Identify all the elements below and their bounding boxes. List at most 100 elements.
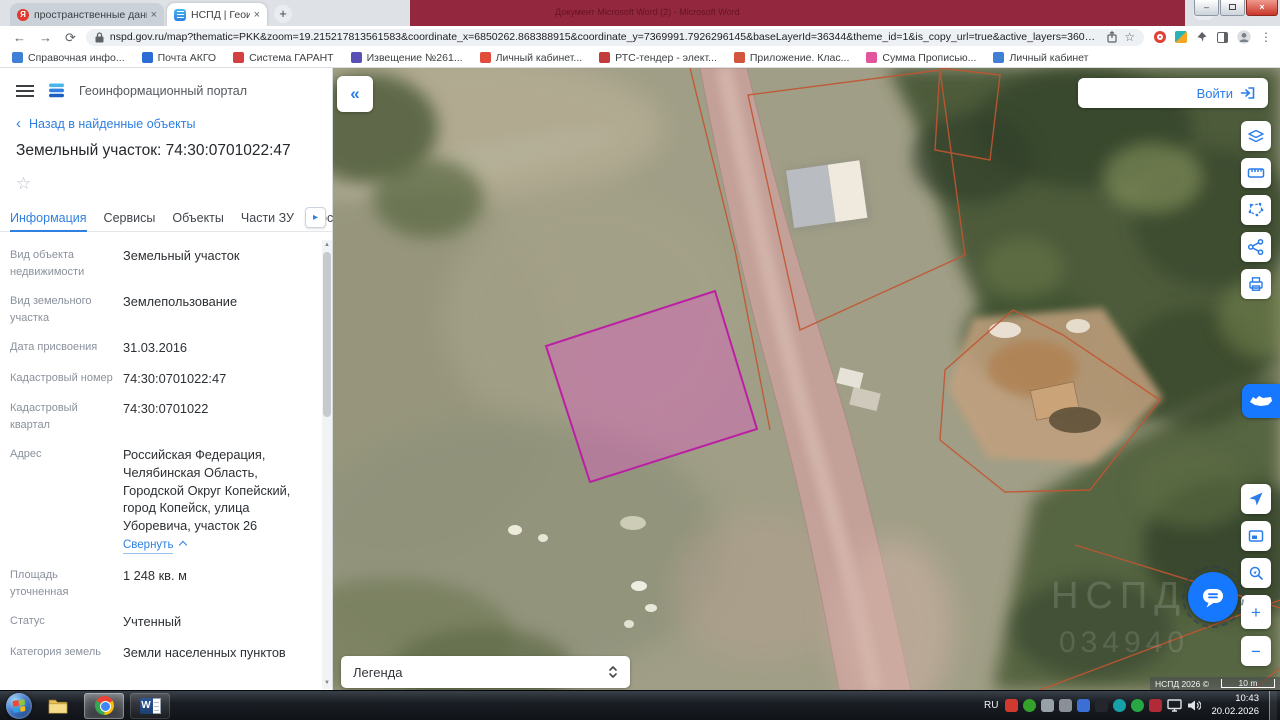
- russia-extent-button[interactable]: [1242, 384, 1280, 418]
- share-button[interactable]: [1241, 232, 1271, 262]
- login-arrow-icon: [1240, 86, 1256, 100]
- system-tray: RU 10:43 20.02.2026: [984, 691, 1280, 720]
- taskbar-chrome-button[interactable]: [84, 693, 124, 719]
- bookmark-star-icon[interactable]: ☆: [1124, 30, 1135, 44]
- tray-icon-antivirus[interactable]: [1131, 699, 1144, 712]
- bookmark-item[interactable]: Сумма Прописью...: [866, 52, 976, 64]
- start-button[interactable]: [6, 693, 32, 719]
- collapse-panel-button[interactable]: «: [337, 76, 373, 112]
- map-canvas[interactable]: НСПД 034940 « Войти: [333, 68, 1280, 690]
- scroll-up-icon[interactable]: ▲: [322, 240, 332, 251]
- restore-button[interactable]: [1220, 0, 1245, 16]
- bookmark-item[interactable]: Личный кабинет...: [480, 52, 583, 64]
- bookmark-item[interactable]: РТС-тендер - элект...: [599, 52, 717, 64]
- language-indicator[interactable]: RU: [984, 700, 998, 711]
- taskbar-clock[interactable]: 10:43 20.02.2026: [1211, 693, 1259, 718]
- tabs-next-button[interactable]: ▸: [305, 207, 326, 228]
- tab-title: НСПД | Геоинформационный пор: [191, 9, 250, 21]
- caret-up-icon: [179, 540, 187, 548]
- zoom-out-button[interactable]: −: [1241, 636, 1271, 666]
- browser-menu-icon[interactable]: ⋮: [1260, 31, 1272, 43]
- field-row: Кадастровый номер74:30:0701022:47: [10, 370, 318, 388]
- layers-button[interactable]: [1241, 121, 1271, 151]
- display-tray-icon[interactable]: [1167, 699, 1182, 712]
- browser-tab-1[interactable]: Я пространственные данные рос ×: [10, 3, 164, 26]
- favorite-star-icon[interactable]: ☆: [16, 174, 31, 193]
- attributes-list: Вид объекта недвижимостиЗемельный участо…: [0, 232, 332, 664]
- volume-tray-icon[interactable]: [1187, 699, 1201, 712]
- tab-objects[interactable]: Объекты: [172, 205, 224, 231]
- pin-extension-icon[interactable]: [1196, 31, 1208, 43]
- select-area-button[interactable]: [1241, 195, 1271, 225]
- close-tab-icon[interactable]: ×: [254, 9, 260, 21]
- my-location-button[interactable]: [1241, 484, 1271, 514]
- legend-toggle[interactable]: Легенда: [341, 656, 630, 688]
- taskbar-word-button[interactable]: W: [130, 693, 170, 719]
- close-tab-icon[interactable]: ×: [151, 9, 157, 21]
- back-link[interactable]: ‹ Назад в найденные объекты: [16, 117, 316, 131]
- field-row: Вид объекта недвижимостиЗемельный участо…: [10, 247, 318, 280]
- bookmark-item[interactable]: Извещение №261...: [351, 52, 463, 64]
- minimap-button[interactable]: [1241, 521, 1271, 551]
- tray-icon-tk[interactable]: [1113, 699, 1126, 712]
- close-button[interactable]: ×: [1246, 0, 1278, 16]
- tray-icon-device[interactable]: [1059, 699, 1072, 712]
- panel-scrollbar[interactable]: ▲ ▼: [322, 240, 332, 689]
- bookmark-item[interactable]: Справочная инфо...: [12, 52, 125, 64]
- map-tools: [1241, 121, 1271, 299]
- scrollbar-thumb[interactable]: [323, 252, 331, 417]
- forward-nav-icon[interactable]: →: [39, 31, 52, 44]
- search-on-map-button[interactable]: [1241, 558, 1271, 588]
- extension-icon[interactable]: [1175, 31, 1187, 43]
- tab-information[interactable]: Информация: [10, 205, 87, 231]
- reload-icon[interactable]: ⟳: [65, 31, 76, 44]
- tray-icon-yandex[interactable]: [1005, 699, 1018, 712]
- minimap-icon: [1247, 527, 1265, 545]
- back-nav-icon[interactable]: ←: [13, 31, 26, 44]
- field-row: Дата присвоения31.03.2016: [10, 339, 318, 357]
- tray-icon-flag[interactable]: [1149, 699, 1162, 712]
- tray-icon-pointer[interactable]: [1095, 699, 1108, 712]
- restore-icon: [1229, 4, 1236, 10]
- browser-tab-2-active[interactable]: НСПД | Геоинформационный пор ×: [167, 3, 267, 26]
- chat-support-button[interactable]: [1188, 572, 1238, 622]
- taskbar-explorer-button[interactable]: [38, 693, 78, 719]
- map-watermark: НСПД: [1051, 575, 1187, 617]
- share-url-icon[interactable]: [1106, 31, 1118, 43]
- chrome-icon: [95, 696, 114, 715]
- field-row: Категория земельЗемли населенных пунктов: [10, 644, 318, 662]
- window-controls: – ×: [1193, 0, 1278, 16]
- tab-services[interactable]: Сервисы: [104, 205, 156, 231]
- tray-icon-printer[interactable]: [1041, 699, 1054, 712]
- extension-adblock-icon[interactable]: [1154, 31, 1166, 43]
- profile-avatar[interactable]: [1237, 30, 1251, 44]
- tray-icon-app[interactable]: [1077, 699, 1090, 712]
- bookmark-favicon: [866, 52, 877, 63]
- map-attribution: НСПД 2026 © 10 m: [1150, 677, 1280, 690]
- bookmark-item[interactable]: Система ГАРАНТ: [233, 52, 334, 64]
- bookmark-favicon: [351, 52, 362, 63]
- clock-time: 10:43: [1211, 693, 1259, 705]
- collapse-address-link[interactable]: Свернуть: [123, 538, 173, 555]
- side-panel-icon[interactable]: [1217, 32, 1228, 43]
- address-bar[interactable]: nspd.gov.ru/map?thematic=PKK&zoom=19.215…: [86, 29, 1144, 46]
- show-desktop-button[interactable]: [1269, 691, 1277, 720]
- bookmark-favicon: [233, 52, 244, 63]
- login-button[interactable]: Войти: [1078, 78, 1268, 108]
- bookmark-favicon: [142, 52, 153, 63]
- measure-button[interactable]: [1241, 158, 1271, 188]
- extensions-area: ⋮: [1154, 30, 1272, 44]
- zoom-in-button[interactable]: +: [1241, 595, 1271, 629]
- print-button[interactable]: [1241, 269, 1271, 299]
- scroll-down-icon[interactable]: ▼: [322, 678, 332, 689]
- bookmark-item[interactable]: Личный кабинет: [993, 52, 1088, 64]
- main-menu-icon[interactable]: [16, 85, 34, 97]
- minimize-button[interactable]: –: [1194, 0, 1219, 16]
- new-tab-button[interactable]: +: [274, 5, 292, 23]
- panel-tabs: Информация Сервисы Объекты Части ЗУ Сост…: [0, 205, 332, 232]
- bookmark-item[interactable]: Приложение. Клас...: [734, 52, 850, 64]
- tray-icon-sync[interactable]: [1023, 699, 1036, 712]
- browser-toolbar: ← → ⟳ nspd.gov.ru/map?thematic=PKK&zoom=…: [0, 26, 1280, 48]
- bookmark-item[interactable]: Почта АКГО: [142, 52, 216, 64]
- tab-parcel-parts[interactable]: Части ЗУ: [241, 205, 294, 231]
